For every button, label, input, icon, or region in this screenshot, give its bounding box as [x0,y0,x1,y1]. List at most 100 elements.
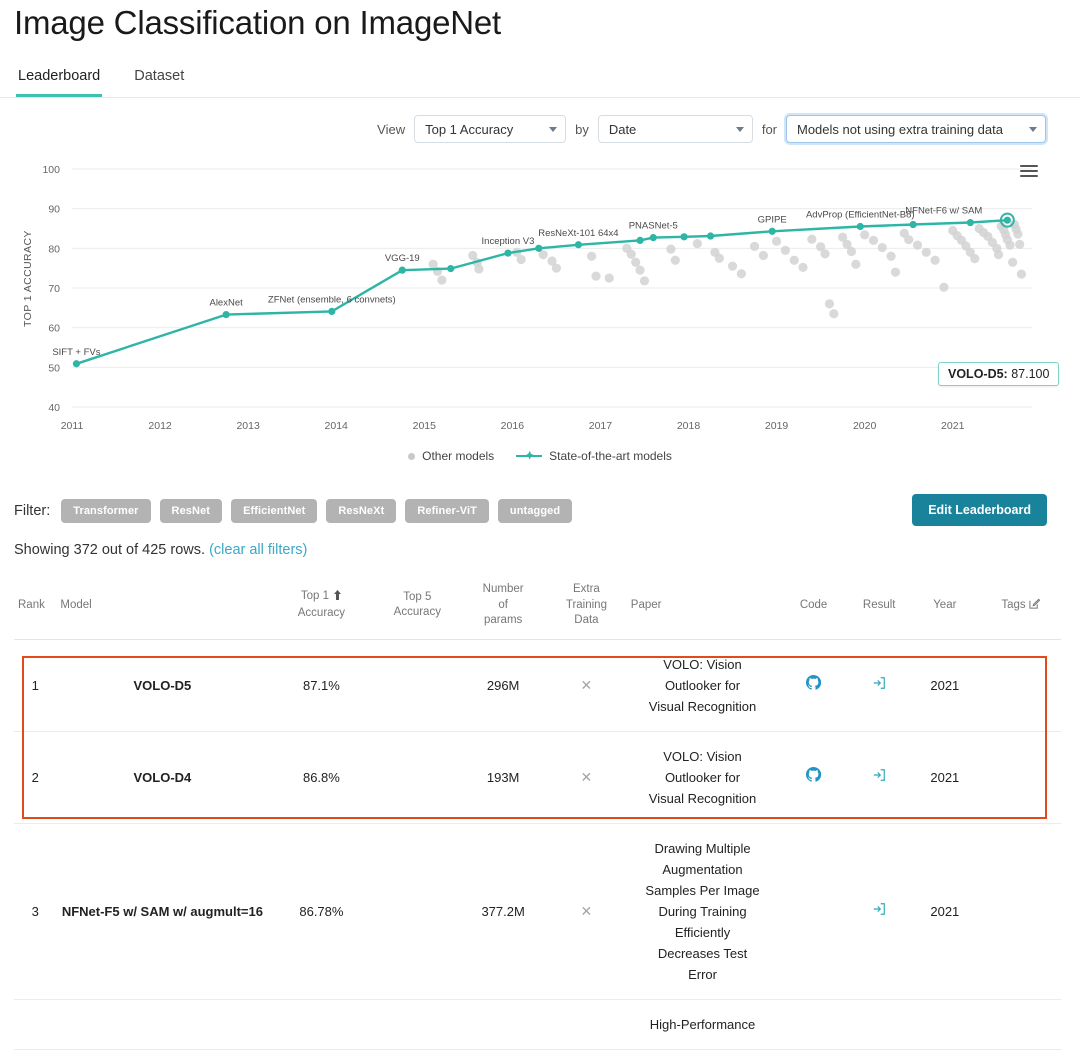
chart-canvas: 40 50 60 70 80 90 100 2011 2012 2013 2014 2015 2016 2… [42,164,1032,432]
th-model[interactable]: Model [56,574,269,640]
by-label: by [575,121,589,137]
sort-select-value: Date [608,121,637,137]
cross-icon: ✕ [580,768,593,785]
view-label: View [377,121,406,137]
metric-select[interactable]: Top 1 Accuracy [414,115,567,143]
th-paper[interactable]: Paper [626,574,779,640]
cell-extra-training-data: ✕ [546,639,627,732]
hamburger-menu-icon[interactable] [1020,162,1038,180]
chart-tooltip: VOLO-D5: 87.100 [938,362,1060,386]
paper-link[interactable]: VOLO: Vision [663,749,742,764]
th-number-of-params[interactable]: Number of params [460,574,547,640]
paper-link[interactable]: During Training [658,904,746,919]
th-top5-line2: Accuracy [393,606,441,619]
svg-text:2021: 2021 [941,420,965,432]
result-icon [873,676,886,689]
cell-paper: VOLO: Vision Outlooker for Visual Recognit… [626,731,779,824]
tab-leaderboard[interactable]: Leaderboard [16,64,103,97]
result-icon[interactable] [872,767,886,788]
filter-bar: Filter: Transformer ResNet EfficientNet … [0,494,1080,526]
th-year[interactable]: Year [909,574,981,640]
table-row[interactable]: High-Performance [14,999,1061,1050]
tab-dataset[interactable]: Dataset [132,64,186,97]
paper-link[interactable]: Augmentation [662,862,742,877]
cell-paper: Drawing Multiple Augmentation Samples Per … [626,823,779,1001]
cell-result [848,731,910,824]
paper-link[interactable]: High-Performance [650,1017,756,1032]
th-extra-training-data[interactable]: Extra Training Data [546,574,627,640]
th-result[interactable]: Result [848,574,910,640]
github-icon[interactable] [806,766,822,788]
paper-link[interactable]: Samples Per Image [645,883,759,898]
svg-text:Inception V3: Inception V3 [482,236,535,247]
th-top1-accuracy[interactable]: Top 1 Accuracy [268,574,375,640]
paper-link[interactable]: Outlooker for [665,678,740,693]
paper-link[interactable]: Error [688,967,717,982]
subset-select[interactable]: Models not using extra training data [786,115,1046,143]
legend-sota-models[interactable]: State-of-the-art models [516,449,672,463]
th-top5-line1: Top 5 [403,590,432,603]
tab-bar: Leaderboard Dataset [0,64,1080,98]
filter-chip-untagged[interactable]: untagged [497,499,573,523]
clear-all-filters-link[interactable]: (clear all filters) [209,542,307,558]
th-rank[interactable]: Rank [14,574,57,640]
paper-link[interactable]: Outlooker for [665,770,740,785]
result-icon[interactable] [872,901,886,922]
filter-chip-refiner-vit[interactable]: Refiner-ViT [405,499,489,523]
cell-paper: VOLO: Vision Outlooker for Visual Recognit… [626,639,779,732]
cell-top5 [374,731,461,824]
cell-params: 377.2M [460,823,547,1001]
cell-params: 193M [460,731,547,824]
th-extra-line1: Extra [572,583,600,595]
table-row[interactable]: 3 NFNet-F5 w/ SAM w/ augmult=16 86.78% 377.… [14,823,1061,1001]
github-icon [806,674,822,690]
paper-link[interactable]: VOLO: Vision [663,657,742,672]
cell-tags [980,639,1061,732]
cell-tags [980,731,1061,824]
paper-link[interactable]: Efficiently [675,925,730,940]
table-header-row: Rank Model Top 1 Accuracy Top 5 Accuracy… [14,574,1061,640]
chevron-down-icon [735,127,744,132]
svg-text:2013: 2013 [236,420,260,432]
cross-icon: ✕ [580,903,593,920]
github-icon[interactable] [806,674,822,696]
cell-extra-training-data: ✕ [546,731,627,824]
filter-chip-transformer[interactable]: Transformer [61,499,151,523]
cell-top1: 86.78% [268,823,375,1001]
paper-link[interactable]: Visual Recognition [649,699,756,714]
result-icon [873,903,886,915]
table-row[interactable]: 1 VOLO-D5 87.1% 296M ✕ VOLO: Vision Outlooker … [14,639,1061,732]
cell-top5 [374,999,461,1050]
sort-asc-icon [333,590,342,606]
th-top5-accuracy[interactable]: Top 5 Accuracy [374,574,461,640]
filter-label: Filter: [14,503,51,519]
edit-tags-icon[interactable] [1029,598,1041,611]
svg-text:ResNeXt-101 64x4: ResNeXt-101 64x4 [538,228,618,239]
edit-leaderboard-button[interactable]: Edit Leaderboard [912,494,1047,526]
filter-chip-resnet[interactable]: ResNet [159,499,223,523]
cell-code [778,639,849,732]
result-icon[interactable] [872,675,886,696]
sort-select[interactable]: Date [597,115,753,143]
cell-rank [14,999,57,1050]
filter-chip-efficientnet[interactable]: EfficientNet [231,499,318,523]
svg-text:100: 100 [42,164,60,176]
paper-link[interactable]: Drawing Multiple [654,841,750,856]
chart-legend: Other models State-of-the-art models [0,449,1080,463]
th-tags[interactable]: Tags [980,574,1061,640]
cell-year: 2021 [909,823,981,1001]
legend-line-icon [516,454,543,458]
cell-year: 2021 [909,639,981,732]
cell-rank: 2 [14,731,57,824]
legend-other-models[interactable]: Other models [408,449,494,463]
paper-link[interactable]: Visual Recognition [649,791,756,806]
th-code[interactable]: Code [778,574,849,640]
cell-paper: High-Performance [626,999,779,1050]
table-row[interactable]: 2 VOLO-D4 86.8% 193M ✕ VOLO: Vision Outlooker … [14,731,1061,824]
cross-icon: ✕ [580,676,593,693]
paper-link[interactable]: Decreases Test [658,946,747,961]
legend-label: State-of-the-art models [549,449,672,463]
github-icon [806,766,822,782]
filter-chip-resnext[interactable]: ResNeXt [326,499,397,523]
tooltip-value: 87.100 [1007,367,1050,381]
